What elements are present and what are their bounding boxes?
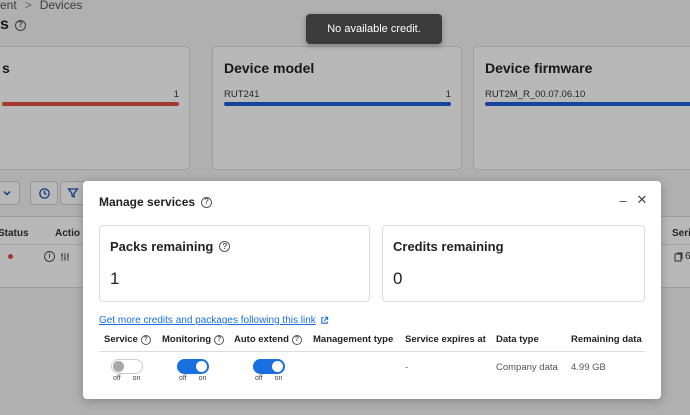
credits-remaining-label: Credits remaining — [393, 239, 504, 254]
help-icon[interactable]: ? — [219, 241, 231, 252]
close-button[interactable]: ✕ — [635, 192, 649, 207]
packs-remaining-box: Packs remaining ? 1 — [99, 225, 370, 302]
manage-services-dialog: Manage services ? – ✕ Packs remaining ? … — [83, 181, 661, 399]
column-header-data-type: Data type — [496, 334, 539, 345]
close-icon: ✕ — [636, 192, 648, 207]
remaining-data-value: 4.99 GB — [571, 362, 606, 373]
packs-remaining-label: Packs remaining ? — [110, 239, 231, 254]
monitoring-toggle-labels: off on — [179, 375, 206, 382]
data-type-value: Company data — [496, 362, 558, 373]
help-icon[interactable]: ? — [201, 196, 213, 208]
column-header-service-expires: Service expires at — [405, 334, 486, 345]
minimize-icon: – — [619, 192, 627, 208]
auto-extend-toggle[interactable] — [253, 359, 285, 374]
toggle-on-label: on — [132, 375, 141, 382]
help-icon[interactable]: ? — [291, 334, 302, 345]
packs-remaining-text: Packs remaining — [110, 239, 214, 254]
column-header-service: Service ? — [104, 334, 151, 345]
toggle-off-label: off — [113, 375, 121, 382]
column-header-auto-extend: Auto extend ? — [234, 334, 302, 345]
service-toggle[interactable] — [111, 359, 143, 374]
table-divider — [99, 351, 645, 352]
toggle-on-label: on — [198, 375, 207, 382]
external-link-icon — [321, 316, 328, 324]
help-icon[interactable]: ? — [214, 334, 225, 345]
column-header-remaining-data: Remaining data — [571, 334, 642, 345]
service-expires-value: - — [405, 362, 409, 373]
toggle-knob — [113, 361, 124, 372]
toast-notification: No available credit. — [306, 14, 442, 44]
service-toggle-labels: off on — [113, 375, 140, 382]
credits-remaining-value: 0 — [393, 269, 403, 288]
toggle-off-label: off — [255, 375, 263, 382]
dialog-title: Manage services ? — [99, 195, 213, 209]
toggle-off-label: off — [179, 375, 187, 382]
column-header-monitoring: Monitoring ? — [162, 334, 225, 345]
toggle-knob — [196, 361, 207, 372]
auto-extend-toggle-labels: off on — [255, 375, 282, 382]
column-header-text: Monitoring — [162, 334, 212, 345]
column-header-management-type: Management type — [313, 334, 394, 345]
column-header-text: Service — [104, 334, 138, 345]
get-credits-link-text[interactable]: Get more credits and packages following … — [99, 315, 316, 326]
help-icon[interactable]: ? — [140, 334, 151, 345]
column-header-text: Auto extend — [234, 334, 289, 345]
minimize-button[interactable]: – — [616, 192, 630, 208]
dialog-title-text: Manage services — [99, 195, 196, 209]
toggle-knob — [272, 361, 283, 372]
packs-remaining-value: 1 — [110, 269, 120, 288]
monitoring-toggle[interactable] — [177, 359, 209, 374]
credits-remaining-box: Credits remaining 0 — [382, 225, 645, 302]
get-credits-link[interactable]: Get more credits and packages following … — [99, 315, 329, 326]
toast-message: No available credit. — [327, 23, 421, 35]
toggle-on-label: on — [274, 375, 283, 382]
